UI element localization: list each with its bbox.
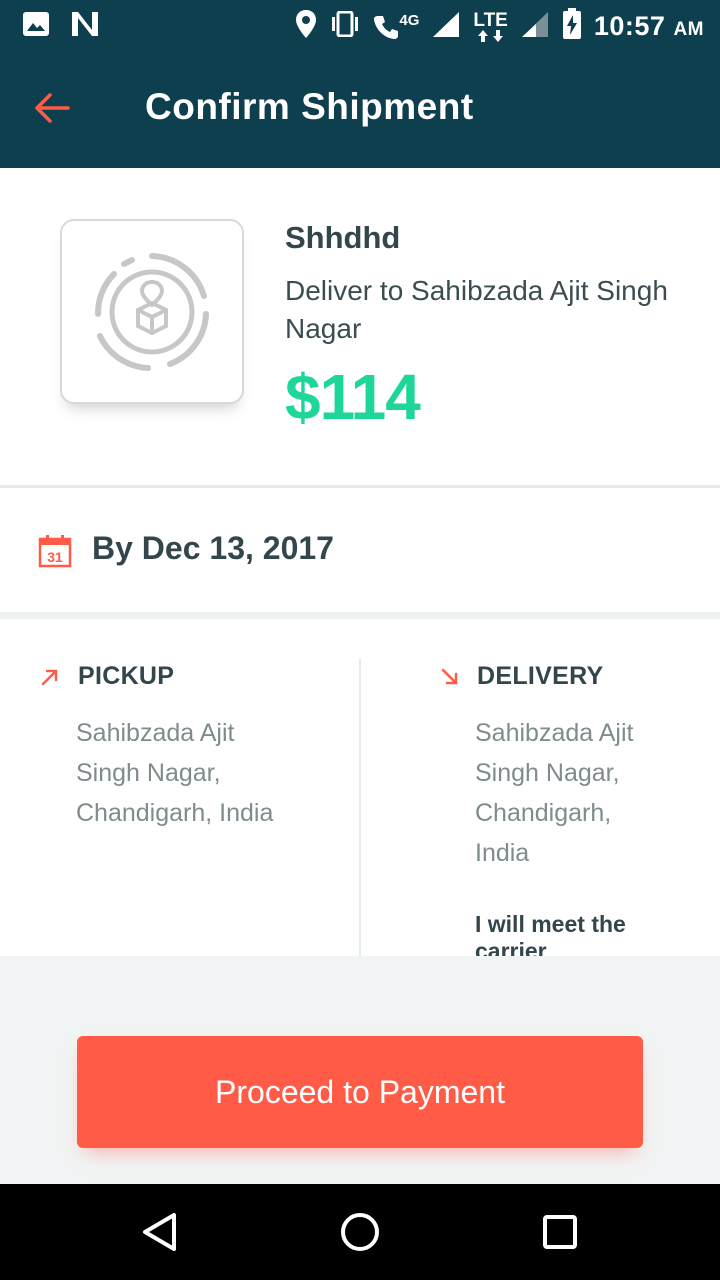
- triangle-back-icon: [143, 1213, 176, 1251]
- item-price: $114: [285, 361, 421, 433]
- arrow-down-right-icon: [440, 667, 460, 692]
- delivery-address-line: India: [475, 839, 530, 867]
- item-thumbnail: [60, 219, 244, 404]
- item-name: Shhdhd: [285, 220, 401, 255]
- pickup-heading: PICKUP: [78, 662, 175, 690]
- column-separator: [359, 659, 361, 956]
- addresses-section: PICKUP Sahibzada Ajit Singh Nagar, Chand…: [0, 619, 720, 956]
- clock-time: 10:57: [593, 11, 666, 41]
- system-nav-bar: [0, 1184, 720, 1280]
- network-4g-label: 4G: [399, 11, 420, 29]
- app-bar: Confirm Shipment: [0, 50, 720, 168]
- lte-text: LTE: [473, 9, 508, 31]
- calendar-day: 31: [47, 549, 63, 565]
- delivery-note-line: I will meet the: [475, 911, 626, 937]
- proceed-to-payment-button[interactable]: Proceed to Payment: [77, 1036, 643, 1148]
- nav-back-button[interactable]: [138, 1210, 182, 1254]
- delivery-note: I will meet the carrier: [475, 911, 626, 956]
- item-destination: Deliver to Sahibzada Ajit Singh Nagar: [285, 275, 668, 344]
- pickup-address-line: Sahibzada Ajit: [76, 719, 235, 747]
- square-recents-icon: [543, 1215, 577, 1249]
- n-notification-icon: [70, 10, 100, 43]
- delivery-date: By Dec 13, 2017: [92, 530, 334, 566]
- nav-home-button[interactable]: [338, 1210, 382, 1254]
- delivery-address: Sahibzada Ajit Singh Nagar, Chandigarh, …: [475, 713, 633, 873]
- pickup-address-line: Chandigarh, India: [76, 799, 274, 827]
- pickup-address-line: Singh Nagar,: [76, 759, 221, 787]
- image-icon: [22, 11, 50, 42]
- package-placeholder-icon: [94, 252, 209, 371]
- signal-weak-icon: [520, 10, 550, 43]
- page-title: Confirm Shipment: [145, 86, 474, 127]
- vibrate-icon: [329, 10, 361, 42]
- delivery-heading: DELIVERY: [477, 662, 604, 690]
- delivery-date-row: 31 By Dec 13, 2017: [0, 488, 720, 612]
- clock-am-pm: AM: [673, 19, 704, 40]
- delivery-address-line: Chandigarh,: [475, 799, 612, 827]
- back-arrow-icon: [35, 93, 70, 123]
- circle-home-icon: [341, 1213, 379, 1251]
- arrow-up-right-icon: [40, 667, 60, 692]
- battery-charging-icon: [562, 8, 582, 45]
- status-bar: 4G LTE 10:57 AM: [0, 0, 720, 50]
- network-lte-label: LTE: [473, 9, 508, 42]
- calendar-icon: 31: [38, 534, 72, 573]
- divider: [0, 612, 720, 619]
- delivery-note-line: carrier: [475, 938, 547, 956]
- pickup-address: Sahibzada Ajit Singh Nagar, Chandigarh, …: [76, 713, 273, 833]
- signal-icon: [431, 10, 461, 43]
- wifi-call-icon: 4G: [373, 11, 420, 40]
- nav-recents-button[interactable]: [538, 1210, 582, 1254]
- location-icon: [295, 9, 317, 44]
- back-button[interactable]: [32, 88, 80, 128]
- clock: 10:57 AM: [594, 11, 704, 42]
- shipment-summary-card: Shhdhd Deliver to Sahibzada Ajit Singh N…: [0, 168, 720, 485]
- delivery-address-line: Singh Nagar,: [475, 759, 620, 787]
- delivery-address-line: Sahibzada Ajit: [475, 719, 634, 747]
